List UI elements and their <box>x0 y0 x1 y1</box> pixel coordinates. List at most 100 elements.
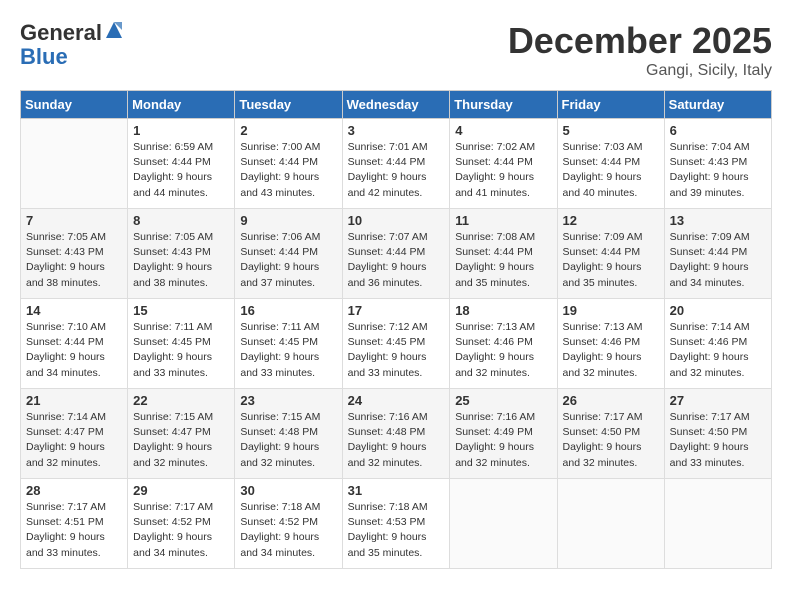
calendar-cell: 23 Sunrise: 7:15 AMSunset: 4:48 PMDayligh… <box>235 389 342 479</box>
day-number: 19 <box>563 303 659 318</box>
calendar-cell <box>557 479 664 569</box>
calendar-week-row: 7 Sunrise: 7:05 AMSunset: 4:43 PMDaylight… <box>21 209 772 299</box>
day-number: 9 <box>240 213 336 228</box>
calendar-week-row: 21 Sunrise: 7:14 AMSunset: 4:47 PMDayligh… <box>21 389 772 479</box>
page-header: General Blue December 2025 Gangi, Sicily… <box>20 20 772 80</box>
day-info: Sunrise: 7:05 AMSunset: 4:43 PMDaylight:… <box>133 230 229 291</box>
calendar-cell: 25Sunrise: 7:16 AMSunset: 4:49 PMDayligh… <box>450 389 557 479</box>
day-info: Sunrise: 7:11 AMSunset: 4:45 PMDaylight:… <box>133 320 229 381</box>
location-subtitle: Gangi, Sicily, Italy <box>508 62 772 80</box>
day-info: Sunrise: 7:16 AMSunset: 4:49 PMDaylight:… <box>455 410 551 471</box>
calendar-cell: 22 Sunrise: 7:15 AMSunset: 4:47 PMDayligh… <box>128 389 235 479</box>
day-number: 5 <box>563 123 659 138</box>
calendar-cell: 2 Sunrise: 7:00 AMSunset: 4:44 PMDaylight… <box>235 119 342 209</box>
calendar-cell: 11 Sunrise: 7:08 AMSunset: 4:44 PMDayligh… <box>450 209 557 299</box>
day-number: 24 <box>348 393 445 408</box>
day-info: Sunrise: 7:17 AMSunset: 4:52 PMDaylight:… <box>133 500 229 561</box>
day-info: Sunrise: 7:17 AMSunset: 4:50 PMDaylight:… <box>670 410 766 471</box>
day-number: 7 <box>26 213 122 228</box>
day-number: 13 <box>670 213 766 228</box>
weekday-header-sunday: Sunday <box>21 91 128 119</box>
day-number: 11 <box>455 213 551 228</box>
calendar-cell: 26Sunrise: 7:17 AMSunset: 4:50 PMDayligh… <box>557 389 664 479</box>
calendar-cell: 20Sunrise: 7:14 AMSunset: 4:46 PMDayligh… <box>664 299 771 389</box>
day-number: 16 <box>240 303 336 318</box>
month-title: December 2025 <box>508 20 772 62</box>
day-number: 8 <box>133 213 229 228</box>
day-info: Sunrise: 7:13 AMSunset: 4:46 PMDaylight:… <box>455 320 551 381</box>
calendar-week-row: 14Sunrise: 7:10 AMSunset: 4:44 PMDayligh… <box>21 299 772 389</box>
day-info: Sunrise: 7:02 AMSunset: 4:44 PMDaylight:… <box>455 140 551 201</box>
day-number: 10 <box>348 213 445 228</box>
calendar-cell: 1 Sunrise: 6:59 AMSunset: 4:44 PMDaylight… <box>128 119 235 209</box>
day-info: Sunrise: 7:07 AMSunset: 4:44 PMDaylight:… <box>348 230 445 291</box>
day-info: Sunrise: 7:09 AMSunset: 4:44 PMDaylight:… <box>670 230 766 291</box>
day-info: Sunrise: 7:14 AMSunset: 4:47 PMDaylight:… <box>26 410 122 471</box>
day-number: 4 <box>455 123 551 138</box>
logo: General Blue <box>20 20 124 69</box>
calendar-cell: 4 Sunrise: 7:02 AMSunset: 4:44 PMDaylight… <box>450 119 557 209</box>
day-info: Sunrise: 6:59 AMSunset: 4:44 PMDaylight:… <box>133 140 229 201</box>
day-info: Sunrise: 7:14 AMSunset: 4:46 PMDaylight:… <box>670 320 766 381</box>
day-info: Sunrise: 7:15 AMSunset: 4:47 PMDaylight:… <box>133 410 229 471</box>
weekday-header-wednesday: Wednesday <box>342 91 450 119</box>
calendar-cell: 14Sunrise: 7:10 AMSunset: 4:44 PMDayligh… <box>21 299 128 389</box>
day-info: Sunrise: 7:16 AMSunset: 4:48 PMDaylight:… <box>348 410 445 471</box>
calendar-cell: 30 Sunrise: 7:18 AMSunset: 4:52 PMDayligh… <box>235 479 342 569</box>
weekday-header-row: SundayMondayTuesdayWednesdayThursdayFrid… <box>21 91 772 119</box>
weekday-header-friday: Friday <box>557 91 664 119</box>
calendar-cell: 3Sunrise: 7:01 AMSunset: 4:44 PMDaylight… <box>342 119 450 209</box>
logo-blue-text: Blue <box>20 44 68 69</box>
day-info: Sunrise: 7:15 AMSunset: 4:48 PMDaylight:… <box>240 410 336 471</box>
calendar-cell: 18 Sunrise: 7:13 AMSunset: 4:46 PMDayligh… <box>450 299 557 389</box>
day-number: 12 <box>563 213 659 228</box>
calendar-cell: 9 Sunrise: 7:06 AMSunset: 4:44 PMDaylight… <box>235 209 342 299</box>
calendar-cell <box>21 119 128 209</box>
calendar-cell: 8 Sunrise: 7:05 AMSunset: 4:43 PMDaylight… <box>128 209 235 299</box>
day-info: Sunrise: 7:12 AMSunset: 4:45 PMDaylight:… <box>348 320 445 381</box>
calendar-cell: 16 Sunrise: 7:11 AMSunset: 4:45 PMDayligh… <box>235 299 342 389</box>
calendar-cell <box>664 479 771 569</box>
calendar-cell: 7 Sunrise: 7:05 AMSunset: 4:43 PMDaylight… <box>21 209 128 299</box>
day-number: 30 <box>240 483 336 498</box>
day-number: 6 <box>670 123 766 138</box>
calendar-cell: 27Sunrise: 7:17 AMSunset: 4:50 PMDayligh… <box>664 389 771 479</box>
weekday-header-saturday: Saturday <box>664 91 771 119</box>
calendar-cell: 19 Sunrise: 7:13 AMSunset: 4:46 PMDayligh… <box>557 299 664 389</box>
day-info: Sunrise: 7:03 AMSunset: 4:44 PMDaylight:… <box>563 140 659 201</box>
calendar-cell: 6Sunrise: 7:04 AMSunset: 4:43 PMDaylight… <box>664 119 771 209</box>
day-number: 29 <box>133 483 229 498</box>
title-block: December 2025 Gangi, Sicily, Italy <box>508 20 772 80</box>
day-number: 31 <box>348 483 445 498</box>
calendar-cell: 31 Sunrise: 7:18 AMSunset: 4:53 PMDayligh… <box>342 479 450 569</box>
calendar-cell: 10 Sunrise: 7:07 AMSunset: 4:44 PMDayligh… <box>342 209 450 299</box>
day-info: Sunrise: 7:18 AMSunset: 4:53 PMDaylight:… <box>348 500 445 561</box>
day-number: 28 <box>26 483 122 498</box>
weekday-header-tuesday: Tuesday <box>235 91 342 119</box>
day-number: 1 <box>133 123 229 138</box>
weekday-header-thursday: Thursday <box>450 91 557 119</box>
day-info: Sunrise: 7:05 AMSunset: 4:43 PMDaylight:… <box>26 230 122 291</box>
day-number: 2 <box>240 123 336 138</box>
day-number: 22 <box>133 393 229 408</box>
calendar-week-row: 28Sunrise: 7:17 AMSunset: 4:51 PMDayligh… <box>21 479 772 569</box>
day-info: Sunrise: 7:11 AMSunset: 4:45 PMDaylight:… <box>240 320 336 381</box>
day-number: 17 <box>348 303 445 318</box>
day-number: 18 <box>455 303 551 318</box>
day-info: Sunrise: 7:06 AMSunset: 4:44 PMDaylight:… <box>240 230 336 291</box>
calendar-cell: 15Sunrise: 7:11 AMSunset: 4:45 PMDayligh… <box>128 299 235 389</box>
day-info: Sunrise: 7:08 AMSunset: 4:44 PMDaylight:… <box>455 230 551 291</box>
calendar-cell: 13 Sunrise: 7:09 AMSunset: 4:44 PMDayligh… <box>664 209 771 299</box>
day-number: 23 <box>240 393 336 408</box>
day-number: 14 <box>26 303 122 318</box>
calendar-cell: 5 Sunrise: 7:03 AMSunset: 4:44 PMDaylight… <box>557 119 664 209</box>
day-number: 21 <box>26 393 122 408</box>
day-info: Sunrise: 7:13 AMSunset: 4:46 PMDaylight:… <box>563 320 659 381</box>
day-info: Sunrise: 7:00 AMSunset: 4:44 PMDaylight:… <box>240 140 336 201</box>
calendar-cell: 12Sunrise: 7:09 AMSunset: 4:44 PMDayligh… <box>557 209 664 299</box>
logo-icon <box>104 20 124 40</box>
day-info: Sunrise: 7:17 AMSunset: 4:50 PMDaylight:… <box>563 410 659 471</box>
day-info: Sunrise: 7:18 AMSunset: 4:52 PMDaylight:… <box>240 500 336 561</box>
calendar-cell <box>450 479 557 569</box>
calendar-cell: 28Sunrise: 7:17 AMSunset: 4:51 PMDayligh… <box>21 479 128 569</box>
